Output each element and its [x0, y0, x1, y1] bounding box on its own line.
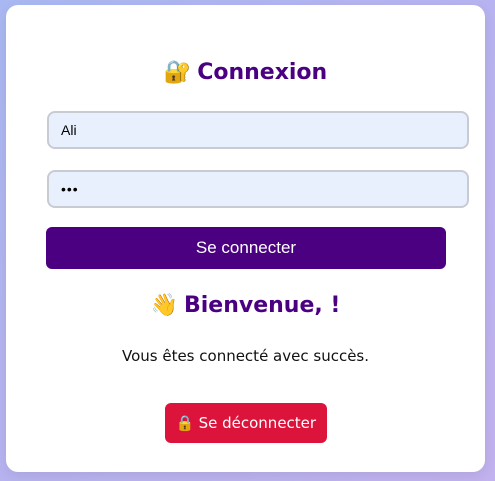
logout-button-label: Se déconnecter	[198, 414, 317, 432]
lock-icon: 🔒	[175, 414, 195, 432]
login-title-text: Connexion	[197, 60, 328, 85]
username-input[interactable]	[47, 111, 469, 149]
welcome-heading-text: Bienvenue, !	[183, 293, 341, 318]
welcome-heading: 👋 Bienvenue, !	[6, 291, 485, 321]
login-title: 🔐 Connexion	[6, 59, 485, 87]
waving-hand-icon: 👋	[150, 293, 178, 318]
lock-key-icon: 🔐	[163, 60, 192, 85]
logout-button[interactable]: 🔒 Se déconnecter	[165, 403, 327, 443]
password-input[interactable]	[47, 170, 469, 208]
login-button[interactable]: Se connecter	[46, 227, 446, 269]
login-card: 🔐Connexion Se connecter 👋Bienvenue, ! Vo…	[6, 5, 485, 472]
success-message: Vous êtes connecté avec succès.	[121, 347, 370, 365]
